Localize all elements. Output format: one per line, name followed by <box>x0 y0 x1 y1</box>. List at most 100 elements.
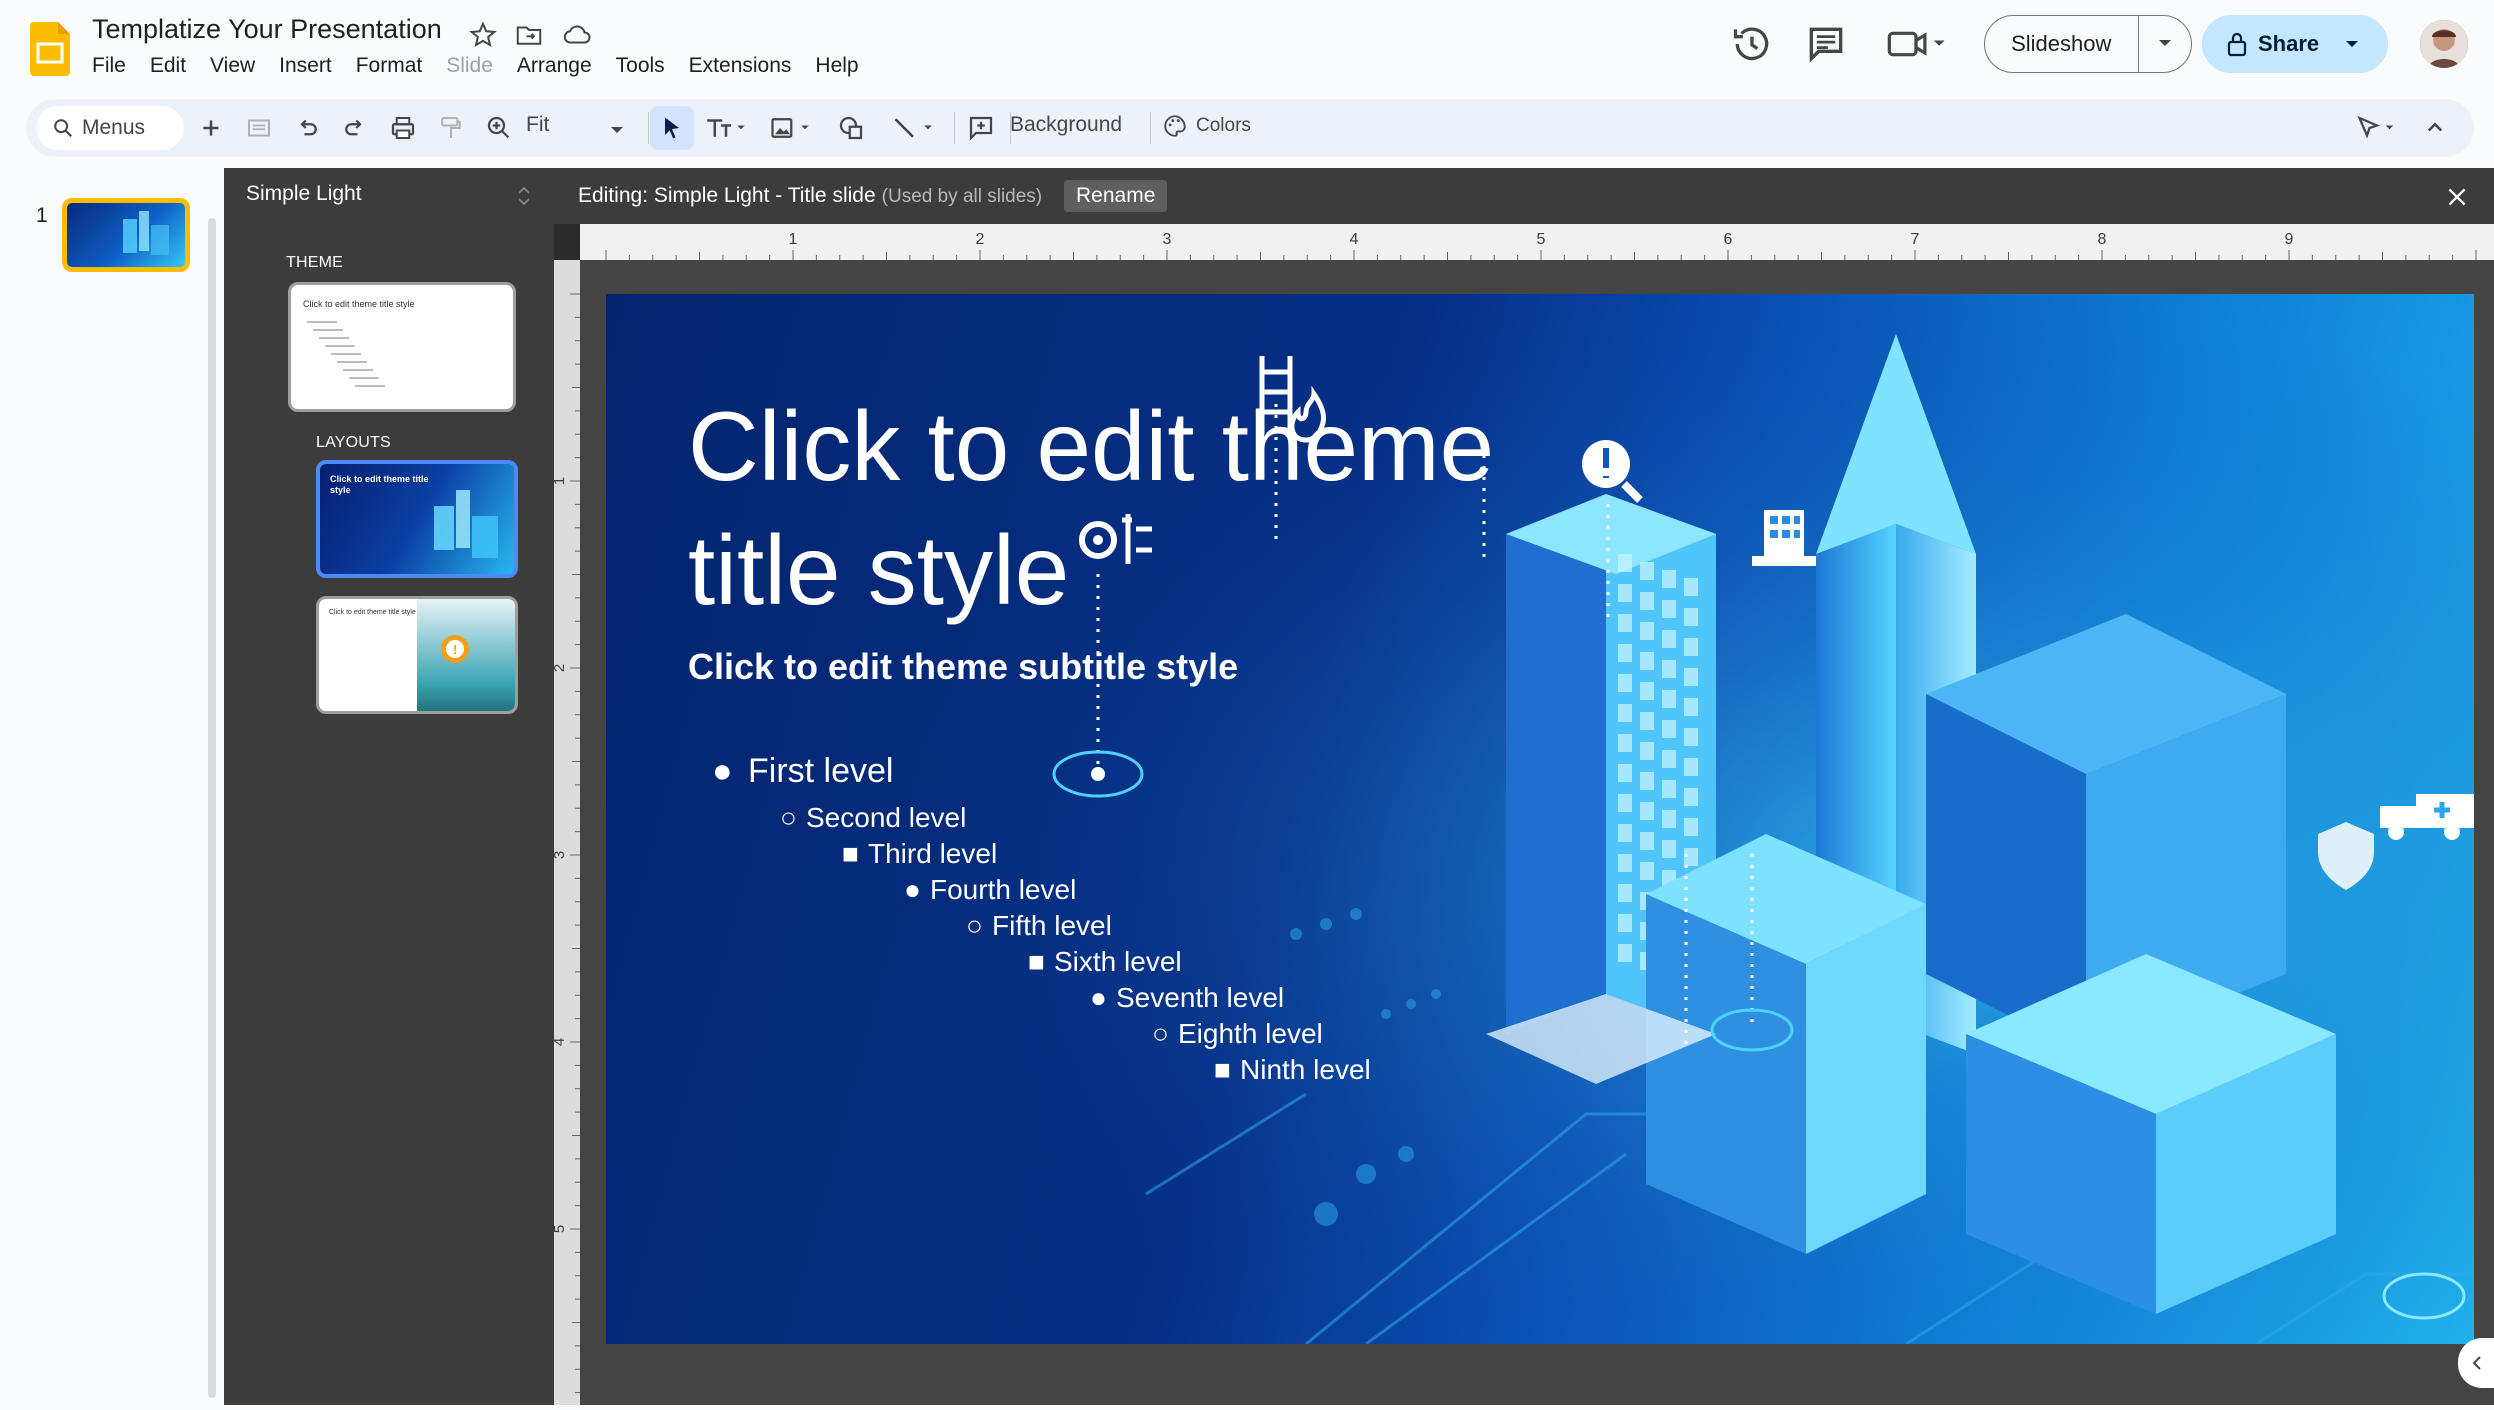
chevron-down-icon <box>2159 40 2171 46</box>
window <box>1662 600 1676 618</box>
bullet-disc-icon: ● <box>712 752 733 790</box>
meet-camera-icon[interactable] <box>1884 22 1948 66</box>
chevron-down-icon[interactable] <box>2345 39 2359 49</box>
background-label: Background <box>1010 113 1123 136</box>
line-button[interactable] <box>886 113 946 143</box>
zoom-select[interactable]: Fit <box>526 113 549 137</box>
cursor-icon <box>665 117 679 139</box>
close-icon[interactable] <box>2444 184 2470 210</box>
slideshow-dropdown[interactable] <box>2139 35 2191 53</box>
print-icon <box>391 117 415 139</box>
document-title[interactable]: Templatize Your Presentation <box>92 14 442 45</box>
city-layout-icon <box>434 490 498 558</box>
window <box>1662 570 1676 588</box>
collapse-toolbar-button[interactable] <box>2420 113 2450 143</box>
chevron-up-icon <box>2427 122 2443 132</box>
bullet-circle-icon: ○ <box>966 910 983 941</box>
bullet-level-5[interactable]: ○ Fifth level <box>966 910 1112 942</box>
menu-edit[interactable]: Edit <box>138 54 198 78</box>
sort-icon[interactable] <box>514 184 534 208</box>
ruler-number: 2 <box>976 231 985 248</box>
layout-title-and-body[interactable]: Click to edit theme title style ! <box>316 596 518 714</box>
insert-comment-button[interactable] <box>966 113 996 143</box>
bullet-level-7[interactable]: ● Seventh level <box>1090 982 1284 1014</box>
bullet-square-icon: ■ <box>842 838 859 869</box>
vertical-ruler[interactable]: 1 2 3 4 5 <box>551 260 580 1405</box>
theme-section-label: THEME <box>286 254 343 271</box>
bullet-level-2[interactable]: ○ Second level <box>780 802 966 834</box>
window <box>1618 944 1632 962</box>
bullet-level-5-text: Fifth level <box>992 910 1112 941</box>
window <box>1640 682 1654 700</box>
toolbar-divider <box>1150 112 1151 144</box>
cloud-status-icon[interactable] <box>562 20 592 50</box>
window <box>1684 608 1698 626</box>
side-panel-toggle[interactable] <box>2458 1338 2494 1388</box>
filmstrip-scrollbar[interactable] <box>208 218 216 1398</box>
editing-label: Editing: Simple Light - Title slide (Used… <box>578 184 1042 208</box>
pointer-mode-button[interactable] <box>2352 113 2408 143</box>
colors-button[interactable]: Colors <box>1162 113 1251 139</box>
menu-slide: Slide <box>446 54 493 77</box>
layout-title-slide[interactable]: Click to edit theme title style <box>316 460 518 578</box>
bullet-level-6[interactable]: ■ Sixth level <box>1028 946 1182 978</box>
new-slide-button[interactable] <box>196 113 226 143</box>
star-icon[interactable] <box>468 20 498 50</box>
window <box>1618 614 1632 632</box>
menu-view[interactable]: View <box>198 54 267 78</box>
menu-format[interactable]: Format <box>344 54 435 78</box>
text-box-button[interactable] <box>702 113 756 143</box>
bullet-level-9[interactable]: ■ Ninth level <box>1214 1054 1371 1086</box>
version-history-icon[interactable] <box>1730 22 1774 66</box>
select-tool-button[interactable] <box>650 106 694 150</box>
horizontal-ruler[interactable]: 1 2 3 4 5 6 7 8 9 <box>580 224 2494 260</box>
window <box>1662 780 1676 798</box>
bullet-level-1[interactable]: ● First level <box>712 752 893 791</box>
window <box>1684 728 1698 746</box>
window <box>1618 824 1632 842</box>
menu-file[interactable]: File <box>92 54 138 78</box>
print-button[interactable] <box>388 113 418 143</box>
layout-icon <box>248 119 270 137</box>
insert-image-button[interactable] <box>766 113 820 143</box>
bullet-square-icon: ■ <box>1028 946 1045 977</box>
theme-thumbnail[interactable]: Click to edit theme title style <box>288 282 516 412</box>
slide-subtitle[interactable]: Click to edit theme subtitle style <box>688 646 1238 688</box>
zoom-label: Fit <box>526 113 550 136</box>
menu-help[interactable]: Help <box>803 54 870 78</box>
vruler-number: 5 <box>554 1225 568 1233</box>
menu-insert[interactable]: Insert <box>267 54 344 78</box>
share-button[interactable]: Share <box>2202 15 2388 73</box>
slide-canvas[interactable]: Click to edit theme title style Click to… <box>606 294 2474 1344</box>
theme-name: Simple Light <box>246 182 362 205</box>
menu-tools[interactable]: Tools <box>604 54 677 78</box>
shape-button[interactable] <box>836 113 866 143</box>
redo-button[interactable] <box>340 113 370 143</box>
bullet-level-3[interactable]: ■ Third level <box>842 838 997 870</box>
move-folder-icon[interactable] <box>514 20 544 50</box>
slide-title[interactable]: Click to edit theme title style <box>688 384 1588 632</box>
menu-extensions[interactable]: Extensions <box>677 54 804 78</box>
window <box>1640 772 1654 790</box>
comments-icon[interactable] <box>1804 22 1848 66</box>
slides-logo-icon[interactable] <box>30 22 70 76</box>
menu-arrange[interactable]: Arrange <box>505 54 604 78</box>
slide-thumbnail[interactable] <box>62 198 190 272</box>
window <box>1662 660 1676 678</box>
bullet-level-8[interactable]: ○ Eighth level <box>1152 1018 1323 1050</box>
window <box>1662 810 1676 828</box>
undo-button[interactable] <box>292 113 322 143</box>
background-button[interactable]: Background <box>1010 113 1122 137</box>
rename-button[interactable]: Rename <box>1064 180 1168 212</box>
menus-search[interactable]: Menus <box>36 106 184 150</box>
window <box>1618 764 1632 782</box>
window <box>1640 652 1654 670</box>
slideshow-button[interactable]: Slideshow <box>1984 15 2192 73</box>
zoom-button[interactable] <box>484 113 514 143</box>
window <box>1640 712 1654 730</box>
chevron-down-icon[interactable] <box>610 125 624 135</box>
undo-icon <box>300 119 317 136</box>
avatar[interactable] <box>2420 20 2468 68</box>
window <box>1618 674 1632 692</box>
bullet-level-4[interactable]: ● Fourth level <box>904 874 1076 906</box>
